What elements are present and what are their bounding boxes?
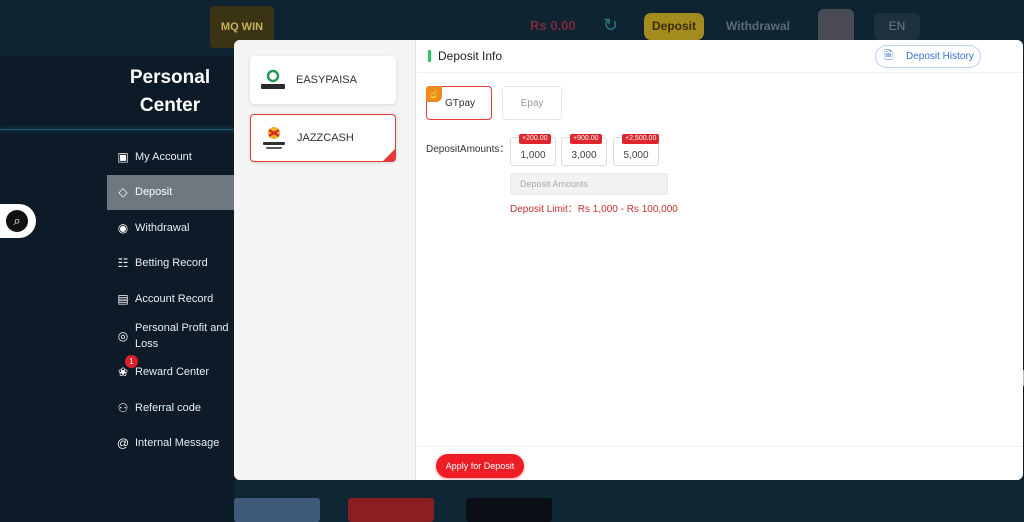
wallet-balance: Rs 0.00 bbox=[530, 18, 576, 33]
page-title: Personal Center bbox=[100, 64, 240, 120]
game-thumbnail[interactable] bbox=[466, 498, 552, 522]
deposit-info-title: Deposit Info bbox=[438, 49, 503, 63]
thumbs-up-icon: ☝ bbox=[426, 86, 442, 102]
amount-option[interactable]: +200.00 1,000 bbox=[510, 134, 556, 166]
sidebar-item-withdrawal[interactable]: ◉ Withdrawal bbox=[107, 210, 234, 246]
deposit-amounts-label: DepositAmounts： bbox=[426, 144, 510, 155]
amount-value: 5,000 bbox=[623, 150, 649, 161]
notification-badge: 1 bbox=[125, 354, 138, 368]
profit-loss-icon: ◎ bbox=[117, 328, 129, 343]
amount-option[interactable]: +900.00 3,000 bbox=[561, 134, 607, 166]
method-label: EASYPAISA bbox=[296, 74, 357, 86]
game-thumbnail[interactable] bbox=[234, 498, 320, 522]
deposit-amount-input[interactable]: Deposit Amounts bbox=[510, 173, 668, 195]
topbar-withdrawal-button[interactable]: Withdrawal bbox=[718, 13, 798, 40]
apply-for-deposit-button[interactable]: Apply for Deposit bbox=[436, 454, 524, 478]
sidebar-item-label: Account Record bbox=[135, 292, 214, 305]
sidebar-menu: ▣ My Account ◇ Deposit ◉ Withdrawal ☷ Be… bbox=[107, 139, 234, 461]
sidebar-item-label: Personal Profit and Loss bbox=[135, 321, 229, 350]
search-icon: ⌕ bbox=[6, 210, 28, 232]
topbar-deposit-button[interactable]: Deposit bbox=[644, 13, 704, 40]
account-icon: ▣ bbox=[117, 149, 129, 164]
sidebar-item-profit-loss[interactable]: ◎ Personal Profit and Loss bbox=[107, 317, 234, 355]
method-jazzcash[interactable]: JAZZCASH bbox=[250, 114, 396, 162]
refresh-icon[interactable]: ↻ bbox=[603, 15, 623, 35]
channel-epay[interactable]: Epay bbox=[502, 86, 562, 120]
easypaisa-logo-icon bbox=[258, 65, 288, 95]
amount-value: 1,000 bbox=[520, 150, 546, 161]
sidebar-item-my-account[interactable]: ▣ My Account bbox=[107, 139, 234, 175]
sidebar-item-label: Reward Center bbox=[135, 366, 209, 379]
payment-method-list: EASYPAISA JAZZCASH bbox=[234, 40, 416, 480]
method-label: JAZZCASH bbox=[297, 132, 354, 144]
bonus-badge: +200.00 bbox=[519, 134, 551, 144]
sidebar-item-label: Withdrawal bbox=[135, 221, 190, 234]
game-thumbnail[interactable] bbox=[348, 498, 434, 522]
section-indicator bbox=[428, 50, 431, 62]
sidebar-item-referral-code[interactable]: ⚇ Referral code bbox=[107, 390, 234, 426]
deposit-info-header: Deposit Info 🗎 Deposit History bbox=[417, 40, 1023, 73]
deposit-info-panel: Deposit Info 🗎 Deposit History ☝ GTpay E… bbox=[417, 40, 1023, 480]
bonus-badge: +2,500.00 bbox=[622, 134, 660, 144]
search-button[interactable]: ⌕ bbox=[0, 204, 36, 238]
betting-record-icon: ☷ bbox=[117, 256, 129, 271]
bonus-badge: +900.00 bbox=[570, 134, 602, 144]
page-title-line1: Personal bbox=[129, 67, 211, 88]
channel-label: GTpay bbox=[445, 97, 476, 109]
message-icon: @ bbox=[116, 436, 130, 451]
amount-value: 3,000 bbox=[571, 150, 597, 161]
jazzcash-logo-icon bbox=[259, 123, 289, 153]
sidebar-item-label: Betting Record bbox=[135, 257, 208, 270]
deposit-limit-text: Deposit Limit：Rs 1,000 - Rs 100,000 bbox=[510, 204, 678, 215]
account-record-icon: ▤ bbox=[117, 291, 129, 306]
deposit-icon: ◇ bbox=[118, 185, 128, 200]
method-easypaisa[interactable]: EASYPAISA bbox=[250, 56, 396, 104]
sidebar-item-betting-record[interactable]: ☷ Betting Record bbox=[107, 246, 234, 282]
divider bbox=[0, 129, 234, 130]
history-icon: 🗎 bbox=[884, 50, 893, 62]
modal-footer: Apply for Deposit bbox=[417, 446, 1023, 480]
language-selector[interactable]: EN bbox=[874, 13, 920, 40]
sidebar-item-label: My Account bbox=[135, 150, 192, 163]
page-title-line2: Center bbox=[139, 95, 201, 116]
channel-gtpay[interactable]: ☝ GTpay bbox=[426, 86, 492, 120]
sidebar-item-deposit[interactable]: ◇ Deposit bbox=[107, 174, 234, 210]
deposit-history-label: Deposit History bbox=[906, 51, 974, 62]
deposit-modal: EASYPAISA JAZZCASH Deposit Info 🗎 Deposi… bbox=[234, 40, 1023, 480]
withdrawal-icon: ◉ bbox=[117, 220, 129, 235]
selected-check-icon bbox=[383, 149, 395, 161]
personal-center-sidebar: Personal Center ⌕ ▣ My Account ◇ Deposit… bbox=[0, 56, 234, 522]
sidebar-item-label: Deposit bbox=[135, 186, 173, 199]
sidebar-item-account-record[interactable]: ▤ Account Record bbox=[107, 281, 234, 317]
sidebar-item-reward-center[interactable]: ❀ 1 Reward Center bbox=[107, 354, 234, 391]
deposit-history-button[interactable]: 🗎 Deposit History bbox=[875, 45, 981, 68]
referral-icon: ⚇ bbox=[117, 400, 129, 415]
channel-label: Epay bbox=[520, 97, 544, 109]
amount-option[interactable]: +2,500.00 5,000 bbox=[613, 134, 660, 166]
sidebar-item-internal-message[interactable]: @ Internal Message bbox=[107, 426, 234, 462]
sidebar-item-label: Referral code bbox=[135, 401, 202, 414]
sidebar-item-label: Internal Message bbox=[135, 437, 220, 450]
